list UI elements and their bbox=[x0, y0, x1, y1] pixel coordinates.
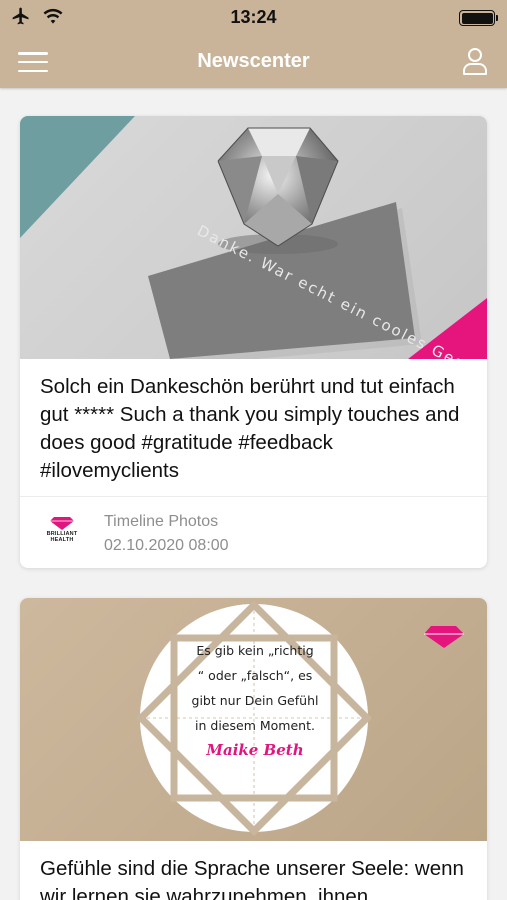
status-time: 13:24 bbox=[230, 7, 277, 27]
quote-line: Es gib kein „richtig bbox=[196, 643, 314, 658]
post-date: 02.10.2020 08:00 bbox=[104, 537, 229, 554]
post-card[interactable]: Danke. War echt ein cooles Gespräch. Sol… bbox=[20, 116, 487, 568]
post-source: Timeline Photos bbox=[104, 513, 219, 530]
logo-text: BRILLIANT HEALTH bbox=[46, 531, 78, 543]
app-header: 13:24 Newscenter bbox=[0, 0, 507, 88]
quote-line: “ oder „falsch“, es bbox=[197, 668, 313, 683]
post-meta: BRILLIANT HEALTH Timeline Photos 02.10.2… bbox=[20, 496, 487, 568]
brilliant-health-logo: BRILLIANT HEALTH bbox=[42, 515, 82, 551]
quote-line: in diesem Moment. bbox=[195, 718, 315, 733]
post-text[interactable]: Solch ein Dankeschön berührt und tut ein… bbox=[20, 359, 487, 485]
nav-bar: Newscenter bbox=[0, 36, 507, 88]
post-text[interactable]: Gefühle sind die Sprache unserer Seele: … bbox=[20, 841, 487, 900]
quote-line: gibt nur Dein Gefühl bbox=[191, 693, 319, 708]
battery-level bbox=[461, 12, 493, 24]
post-card[interactable]: Es gib kein „richtig “ oder „falsch“, es… bbox=[20, 598, 487, 900]
thank-you-card-photo: Danke. War echt ein cooles Gespräch. bbox=[20, 116, 487, 359]
pink-gem-icon bbox=[424, 626, 464, 648]
pink-diamond-icon bbox=[50, 517, 74, 530]
quote-text: Es gib kein „richtig “ oder „falsch“, es… bbox=[180, 638, 330, 762]
news-feed[interactable]: Danke. War echt ein cooles Gespräch. Sol… bbox=[0, 88, 507, 900]
battery-icon bbox=[459, 10, 498, 26]
page-title: Newscenter bbox=[197, 50, 310, 72]
teal-corner-shape bbox=[20, 116, 135, 238]
post-image[interactable]: Danke. War echt ein cooles Gespräch. bbox=[20, 116, 487, 359]
quote-author: Maike Beth bbox=[206, 741, 304, 759]
status-bar: 13:24 bbox=[0, 0, 507, 36]
profile-icon[interactable] bbox=[461, 46, 489, 76]
post-image[interactable]: Es gib kein „richtig “ oder „falsch“, es… bbox=[20, 598, 487, 841]
